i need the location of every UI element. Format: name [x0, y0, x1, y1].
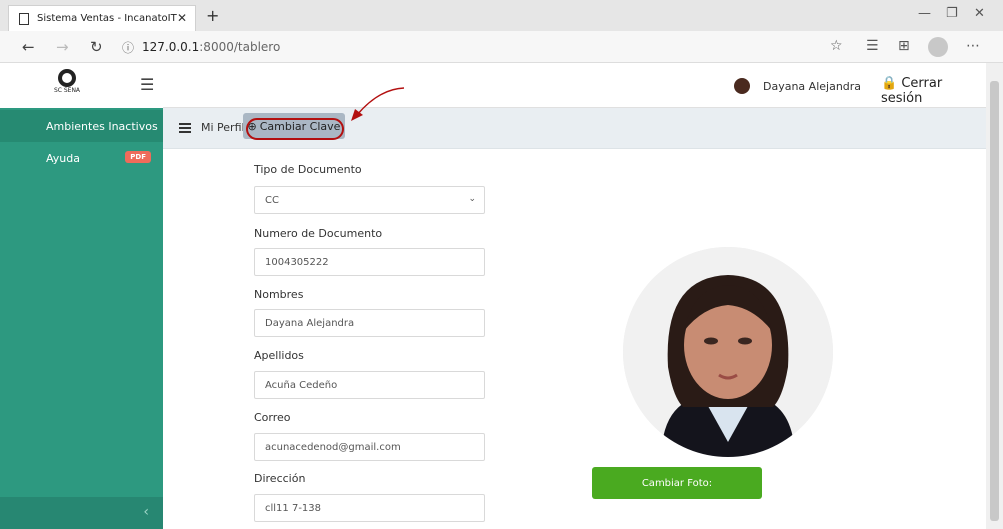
- forward-icon[interactable]: →: [56, 38, 69, 56]
- user-name[interactable]: Dayana Alejandra: [763, 80, 861, 93]
- sidebar-item-label: Ambientes Inactivos: [46, 119, 158, 133]
- more-options-icon[interactable]: ⋯: [966, 38, 980, 54]
- hamburger-menu-icon[interactable]: ☰: [140, 75, 154, 94]
- profile-content: Tipo de Documento CC ⌄ Numero de Documen…: [163, 149, 986, 529]
- browser-profile-icon[interactable]: [928, 37, 948, 57]
- surnames-label: Apellidos: [254, 349, 304, 362]
- page-icon: [19, 12, 29, 25]
- minimize-icon[interactable]: —: [918, 6, 931, 21]
- app: SC SENA ☰ Ambientes Inactivos Ayuda PDF …: [0, 63, 986, 529]
- close-window-icon[interactable]: ✕: [974, 6, 985, 21]
- highlight-annotation: [246, 118, 344, 140]
- browser-tab[interactable]: Sistema Ventas - IncanatoIT ✕: [8, 5, 196, 31]
- browser-tab-strip: Sistema Ventas - IncanatoIT ✕ + — ❐ ✕: [0, 0, 1003, 31]
- close-tab-icon[interactable]: ✕: [177, 11, 187, 25]
- address-bar-row: ← → ↻ ⓘ 127.0.0.1:8000/tablero ☆ ☰ ⊞ ⋯: [0, 31, 1003, 63]
- profile-subbar: Mi Perfil ⊕ Cambiar Clave: [163, 108, 986, 149]
- logo-area: SC SENA ☰: [0, 63, 163, 108]
- change-photo-button[interactable]: Cambiar Foto:: [592, 467, 762, 499]
- sidebar: SC SENA ☰ Ambientes Inactivos Ayuda PDF …: [0, 63, 163, 529]
- change-password-button[interactable]: ⊕ Cambiar Clave: [243, 113, 345, 140]
- url-host: 127.0.0.1: [142, 40, 200, 54]
- doc-type-label: Tipo de Documento: [254, 163, 362, 176]
- names-field[interactable]: Dayana Alejandra: [254, 309, 485, 337]
- sidebar-item-ayuda[interactable]: Ayuda PDF: [0, 142, 163, 174]
- sidebar-collapse-button[interactable]: ‹: [0, 497, 163, 529]
- address-field[interactable]: cll11 7-138: [254, 494, 485, 522]
- favorite-star-icon[interactable]: ☆: [830, 38, 843, 54]
- favorites-list-icon[interactable]: ☰: [866, 38, 879, 54]
- email-label: Correo: [254, 411, 291, 424]
- new-tab-icon[interactable]: +: [206, 6, 219, 25]
- address-label: Dirección: [254, 472, 306, 485]
- lock-icon: 🔒: [881, 76, 898, 91]
- collections-icon[interactable]: ⊞: [898, 38, 910, 54]
- menu-list-icon: [179, 123, 191, 133]
- doc-type-select[interactable]: CC ⌄: [254, 186, 485, 214]
- doc-type-value: CC: [265, 194, 279, 206]
- top-navbar: Dayana Alejandra 🔒 Cerrar sesión: [163, 63, 986, 108]
- restore-icon[interactable]: ❐: [946, 6, 958, 21]
- surnames-field[interactable]: Acuña Cedeño: [254, 371, 485, 399]
- profile-photo: [623, 247, 833, 457]
- info-icon[interactable]: ⓘ: [122, 39, 134, 56]
- annotation-arrow-icon: [351, 87, 405, 121]
- url-rest: :8000/tablero: [199, 40, 281, 54]
- doc-number-label: Numero de Documento: [254, 227, 383, 240]
- url-field[interactable]: 127.0.0.1:8000/tablero: [142, 40, 280, 54]
- tab-title: Sistema Ventas - IncanatoIT: [37, 13, 177, 24]
- user-avatar[interactable]: [734, 78, 750, 94]
- scrollbar-thumb[interactable]: [990, 81, 999, 521]
- chevron-left-icon: ‹: [143, 504, 149, 520]
- sidebar-item-label: Ayuda: [46, 151, 80, 165]
- page-scrollbar[interactable]: [986, 63, 1003, 529]
- logout-link[interactable]: 🔒 Cerrar sesión: [881, 76, 986, 106]
- my-profile-link[interactable]: Mi Perfil: [201, 121, 245, 134]
- refresh-icon[interactable]: ↻: [90, 38, 103, 56]
- pdf-badge: PDF: [125, 151, 151, 163]
- back-icon[interactable]: ←: [22, 38, 35, 56]
- chevron-down-icon: ⌄: [468, 194, 476, 204]
- sena-logo: SC SENA: [52, 69, 82, 99]
- email-field[interactable]: acunacedenod@gmail.com: [254, 433, 485, 461]
- doc-number-field[interactable]: 1004305222: [254, 248, 485, 276]
- names-label: Nombres: [254, 288, 304, 301]
- sidebar-item-ambientes-inactivos[interactable]: Ambientes Inactivos: [0, 110, 163, 142]
